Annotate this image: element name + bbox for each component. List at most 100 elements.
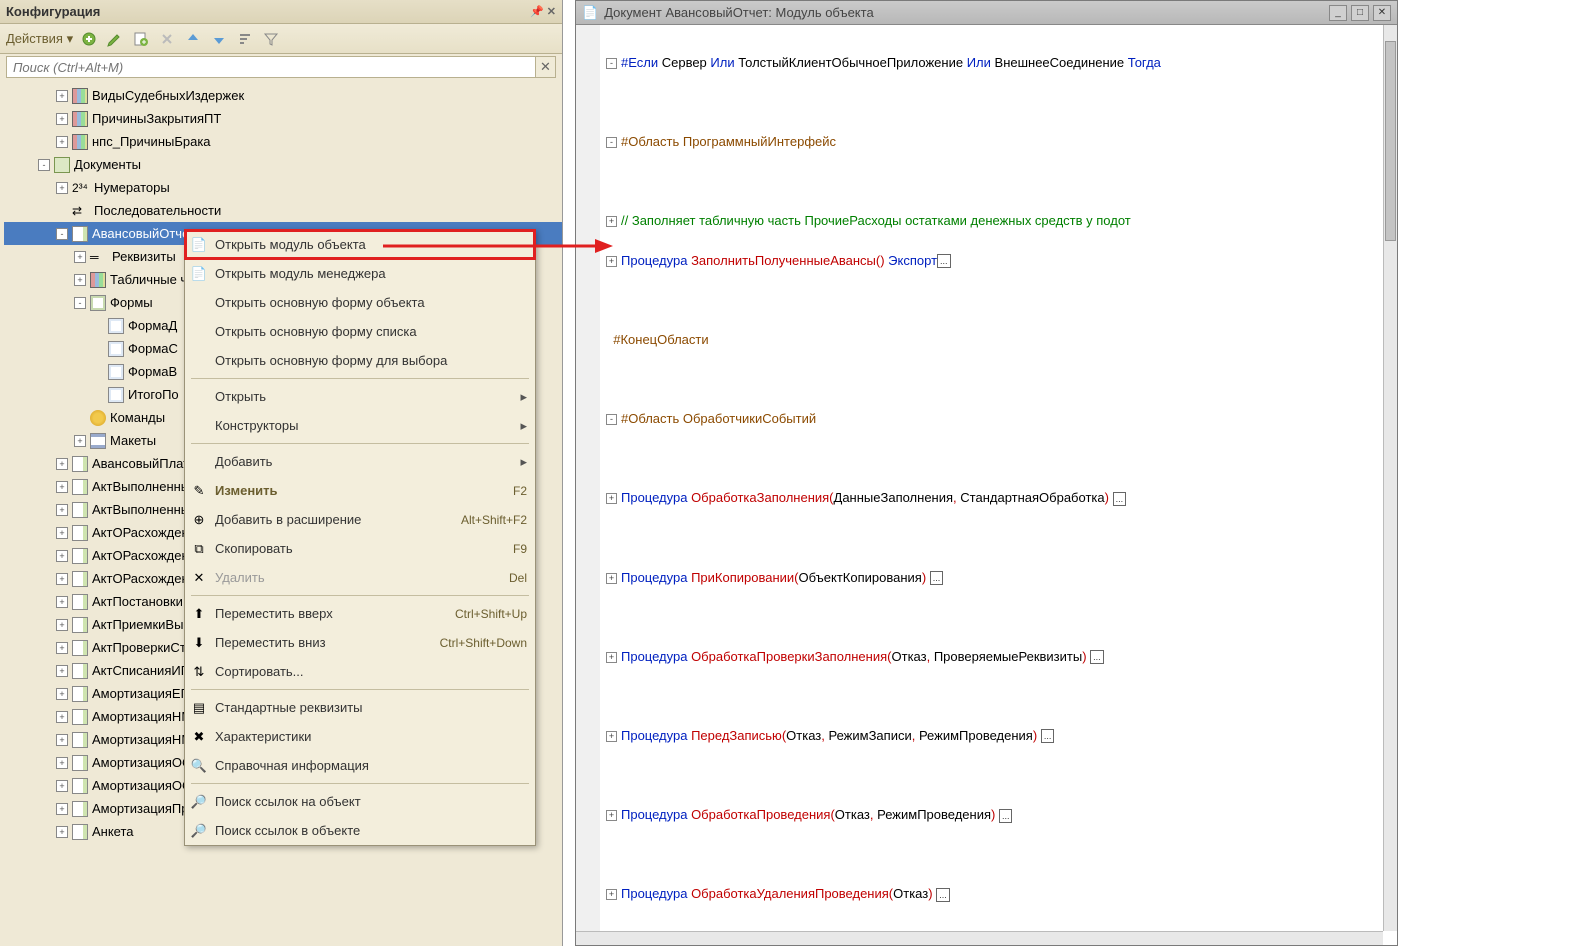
menu-icon bbox=[189, 452, 209, 472]
expand-toggle[interactable]: + bbox=[56, 527, 68, 539]
fold-icon[interactable]: + bbox=[606, 216, 617, 227]
expand-toggle[interactable]: - bbox=[56, 228, 68, 240]
tree-icon bbox=[72, 456, 88, 472]
fold-icon[interactable]: + bbox=[606, 573, 617, 584]
menu-label: Открыть основную форму объекта bbox=[215, 295, 527, 310]
fold-icon[interactable]: + bbox=[606, 256, 617, 267]
expand-toggle[interactable]: + bbox=[56, 458, 68, 470]
expand-toggle[interactable]: + bbox=[56, 642, 68, 654]
expand-toggle[interactable]: + bbox=[56, 550, 68, 562]
search-clear[interactable]: ✕ bbox=[536, 56, 556, 78]
expand-toggle[interactable]: + bbox=[56, 734, 68, 746]
menu-item[interactable]: Открыть▸ bbox=[185, 382, 535, 411]
expand-toggle[interactable]: + bbox=[56, 90, 68, 102]
expand-toggle[interactable]: + bbox=[74, 251, 86, 263]
tree-icon bbox=[54, 157, 70, 173]
menu-item[interactable]: Открыть основную форму объекта bbox=[185, 288, 535, 317]
tree-icon bbox=[72, 755, 88, 771]
tree-label: Документы bbox=[74, 157, 141, 172]
expand-toggle[interactable]: + bbox=[56, 619, 68, 631]
up-icon[interactable] bbox=[183, 29, 203, 49]
maximize-button[interactable]: □ bbox=[1351, 5, 1369, 21]
expand-toggle[interactable]: + bbox=[56, 665, 68, 677]
menu-item[interactable]: Открыть основную форму списка bbox=[185, 317, 535, 346]
expand-toggle[interactable]: - bbox=[74, 297, 86, 309]
add-ext-icon[interactable] bbox=[131, 29, 151, 49]
fold-icon[interactable]: - bbox=[606, 414, 617, 425]
menu-item[interactable]: Конструкторы▸ bbox=[185, 411, 535, 440]
tree-item[interactable]: +2³⁴Нумераторы bbox=[4, 176, 562, 199]
expand-toggle[interactable]: + bbox=[56, 688, 68, 700]
menu-item[interactable]: ⬆Переместить вверхCtrl+Shift+Up bbox=[185, 599, 535, 628]
actions-menu[interactable]: Действия ▾ bbox=[6, 31, 73, 47]
expand-toggle[interactable]: + bbox=[56, 182, 68, 194]
menu-item[interactable]: ⇅Сортировать... bbox=[185, 657, 535, 686]
menu-icon bbox=[189, 416, 209, 436]
fold-icon[interactable]: + bbox=[606, 652, 617, 663]
menu-item[interactable]: ▤Стандартные реквизиты bbox=[185, 693, 535, 722]
down-icon[interactable] bbox=[209, 29, 229, 49]
menu-item[interactable]: 📄Открыть модуль менеджера bbox=[185, 259, 535, 288]
add-icon[interactable] bbox=[79, 29, 99, 49]
expand-toggle[interactable]: + bbox=[56, 596, 68, 608]
menu-item[interactable]: 📄Открыть модуль объекта bbox=[185, 230, 535, 259]
menu-item[interactable]: Добавить▸ bbox=[185, 447, 535, 476]
fold-icon[interactable]: + bbox=[606, 889, 617, 900]
horizontal-scrollbar[interactable] bbox=[576, 931, 1383, 945]
search-input[interactable] bbox=[6, 56, 536, 78]
sort-icon[interactable] bbox=[235, 29, 255, 49]
fold-icon[interactable]: + bbox=[606, 493, 617, 504]
menu-shortcut: Del bbox=[509, 571, 527, 585]
expand-toggle[interactable]: + bbox=[56, 136, 68, 148]
close-button[interactable]: ✕ bbox=[1373, 5, 1391, 21]
menu-icon bbox=[189, 293, 209, 313]
tree-item[interactable]: +ПричиныЗакрытияПТ bbox=[4, 107, 562, 130]
expand-toggle[interactable]: + bbox=[56, 803, 68, 815]
expand-toggle[interactable]: + bbox=[74, 274, 86, 286]
menu-item[interactable]: ⊕Добавить в расширениеAlt+Shift+F2 bbox=[185, 505, 535, 534]
expand-toggle[interactable]: + bbox=[74, 435, 86, 447]
delete-icon[interactable] bbox=[157, 29, 177, 49]
expand-toggle[interactable]: + bbox=[56, 826, 68, 838]
menu-item[interactable]: ✖Характеристики bbox=[185, 722, 535, 751]
vertical-scrollbar[interactable] bbox=[1383, 25, 1397, 931]
menu-item[interactable]: Открыть основную форму для выбора bbox=[185, 346, 535, 375]
fold-icon[interactable]: + bbox=[606, 810, 617, 821]
menu-item[interactable]: 🔎Поиск ссылок на объект bbox=[185, 787, 535, 816]
tree-label: ВидыСудебныхИздержек bbox=[92, 88, 244, 103]
menu-item[interactable]: 🔎Поиск ссылок в объекте bbox=[185, 816, 535, 845]
expand-toggle[interactable]: + bbox=[56, 481, 68, 493]
tree-item[interactable]: ⇄Последовательности bbox=[4, 199, 562, 222]
edit-icon[interactable] bbox=[105, 29, 125, 49]
tree-label: Макеты bbox=[110, 433, 156, 448]
expand-toggle[interactable]: + bbox=[56, 113, 68, 125]
menu-item[interactable]: ⬇Переместить внизCtrl+Shift+Down bbox=[185, 628, 535, 657]
menu-label: Открыть основную форму списка bbox=[215, 324, 527, 339]
menu-item[interactable]: 🔍Справочная информация bbox=[185, 751, 535, 780]
code-title: Документ АвансовыйОтчет: Модуль объекта bbox=[604, 5, 873, 20]
pin-icon[interactable]: 📌 ✕ bbox=[530, 5, 556, 18]
tree-icon bbox=[72, 709, 88, 725]
fold-icon[interactable]: - bbox=[606, 137, 617, 148]
expand-toggle[interactable]: + bbox=[56, 711, 68, 723]
expand-toggle[interactable]: + bbox=[56, 504, 68, 516]
menu-icon: ⊕ bbox=[189, 510, 209, 530]
fold-icon[interactable]: - bbox=[606, 58, 617, 69]
menu-item[interactable]: ⧉СкопироватьF9 bbox=[185, 534, 535, 563]
filter-icon[interactable] bbox=[261, 29, 281, 49]
tree-item[interactable]: +нпс_ПричиныБрака bbox=[4, 130, 562, 153]
fold-icon[interactable]: + bbox=[606, 731, 617, 742]
menu-item[interactable]: ✎ИзменитьF2 bbox=[185, 476, 535, 505]
expand-toggle[interactable]: + bbox=[56, 573, 68, 585]
tree-item[interactable]: + ВидыСудебныхИздержек bbox=[4, 84, 562, 107]
minimize-button[interactable]: _ bbox=[1329, 5, 1347, 21]
menu-icon: ⇅ bbox=[189, 662, 209, 682]
expand-toggle[interactable]: - bbox=[38, 159, 50, 171]
tree-label: Табличные ч bbox=[110, 272, 187, 287]
expand-toggle[interactable]: + bbox=[56, 780, 68, 792]
code-lines: -#Если Сервер Или ТолстыйКлиентОбычноеПр… bbox=[600, 25, 1383, 945]
tree-label: АмортизацияЕП bbox=[92, 686, 190, 701]
expand-toggle[interactable]: + bbox=[56, 757, 68, 769]
tree-item[interactable]: - Документы bbox=[4, 153, 562, 176]
code-editor[interactable]: -#Если Сервер Или ТолстыйКлиентОбычноеПр… bbox=[576, 25, 1383, 945]
